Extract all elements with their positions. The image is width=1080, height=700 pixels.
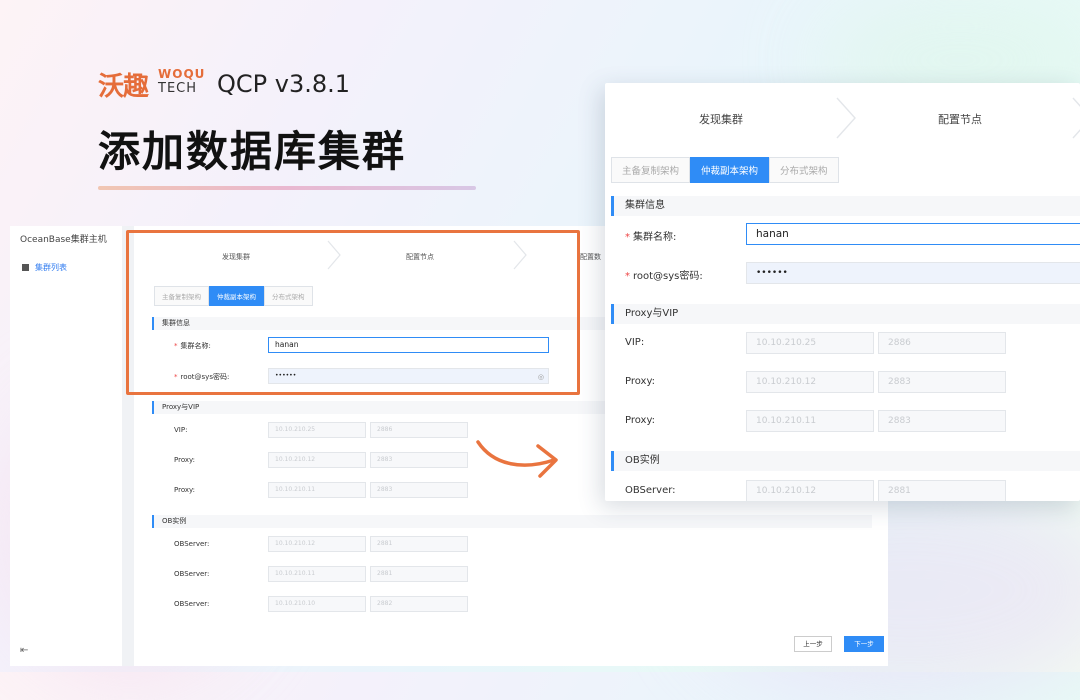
architecture-tabs: 主备复制架构 仲裁副本架构 分布式架构 xyxy=(611,157,839,183)
tab-arbitration[interactable]: 仲裁副本架构 xyxy=(690,157,770,183)
section-cluster-info: 集群信息 xyxy=(611,196,1080,216)
proxy-ip-input[interactable]: 10.10.210.12 xyxy=(268,452,366,468)
vip-label: VIP: xyxy=(625,337,645,348)
vip-ip-input[interactable]: 10.10.210.25 xyxy=(268,422,366,438)
tab-distributed[interactable]: 分布式架构 xyxy=(769,157,839,183)
logo-cn: 沃趣 xyxy=(98,72,149,102)
cluster-name-label: * 集群名称: xyxy=(625,232,677,243)
highlight-box xyxy=(126,230,580,395)
chevron-right-icon xyxy=(836,97,856,139)
proxy-ip-input[interactable]: 10.10.210.11 xyxy=(268,482,366,498)
app-window-zoomed: 发现集群 配置节点 主备复制架构 仲裁副本架构 分布式架构 集群信息 * 集群名称… xyxy=(605,83,1080,501)
observer-port-input[interactable]: 2881 xyxy=(370,536,468,552)
woqu-logo: 沃趣 WOQU TECH xyxy=(98,66,206,102)
step-configure-nodes: 配置节点 xyxy=(938,113,982,126)
cluster-name-input[interactable]: hanan xyxy=(746,223,1080,245)
sidebar: OceanBase集群主机 集群列表 ⇤ xyxy=(10,226,123,666)
proxy-port-input[interactable]: 2883 xyxy=(370,482,468,498)
observer-ip-input[interactable]: 10.10.210.12 xyxy=(268,536,366,552)
section-ob-instance: OB实例 xyxy=(152,515,872,528)
sidebar-item-cluster-list[interactable]: 集群列表 xyxy=(22,262,67,273)
step-discover: 发现集群 xyxy=(699,113,743,126)
vip-port-input[interactable]: 2886 xyxy=(878,332,1006,354)
proxy-label: Proxy: xyxy=(625,376,656,387)
next-step-button[interactable]: 下一步 xyxy=(844,636,884,652)
vip-label: VIP: xyxy=(174,426,188,434)
sidebar-item-label: 集群列表 xyxy=(35,263,67,272)
proxy-port-input[interactable]: 2883 xyxy=(370,452,468,468)
proxy-port-input[interactable]: 2883 xyxy=(878,371,1006,393)
section-ob-instance: OB实例 xyxy=(611,451,1080,471)
curved-arrow-icon xyxy=(476,440,558,478)
prev-step-button[interactable]: 上一步 xyxy=(794,636,832,652)
observer-port-input[interactable]: 2881 xyxy=(370,566,468,582)
proxy-label: Proxy: xyxy=(174,486,196,494)
vip-ip-input[interactable]: 10.10.210.25 xyxy=(746,332,874,354)
observer-port-input[interactable]: 2882 xyxy=(370,596,468,612)
product-version: QCP v3.8.1 xyxy=(217,70,351,98)
proxy-port-input[interactable]: 2883 xyxy=(878,410,1006,432)
tab-primary-standby[interactable]: 主备复制架构 xyxy=(611,157,691,183)
observer-ip-input[interactable]: 10.10.210.11 xyxy=(268,566,366,582)
step-configure-data: 配置数 xyxy=(580,253,601,261)
password-label: * root@sys密码: xyxy=(625,271,703,282)
collapse-icon[interactable]: ⇤ xyxy=(20,645,28,656)
list-icon xyxy=(22,264,29,271)
observer-ip-input[interactable]: 10.10.210.12 xyxy=(746,480,874,501)
logo-woqu: WOQU xyxy=(158,67,206,81)
proxy-ip-input[interactable]: 10.10.210.12 xyxy=(746,371,874,393)
observer-ip-input[interactable]: 10.10.210.10 xyxy=(268,596,366,612)
observer-port-input[interactable]: 2881 xyxy=(878,480,1006,501)
headline-underline xyxy=(98,186,476,190)
password-input[interactable]: •••••• xyxy=(746,262,1080,284)
proxy-label: Proxy: xyxy=(174,456,196,464)
section-proxy-vip: Proxy与VIP xyxy=(611,304,1080,324)
page-headline: 添加数据库集群 xyxy=(98,127,407,176)
chevron-right-icon xyxy=(1072,97,1080,139)
observer-label: OBServer: xyxy=(174,570,210,578)
observer-label: OBServer: xyxy=(625,485,676,496)
app-title: OceanBase集群主机 xyxy=(20,235,107,245)
observer-label: OBServer: xyxy=(174,540,210,548)
proxy-label: Proxy: xyxy=(625,415,656,426)
logo-tech: TECH xyxy=(158,81,198,96)
vip-port-input[interactable]: 2886 xyxy=(370,422,468,438)
proxy-ip-input[interactable]: 10.10.210.11 xyxy=(746,410,874,432)
observer-label: OBServer: xyxy=(174,600,210,608)
